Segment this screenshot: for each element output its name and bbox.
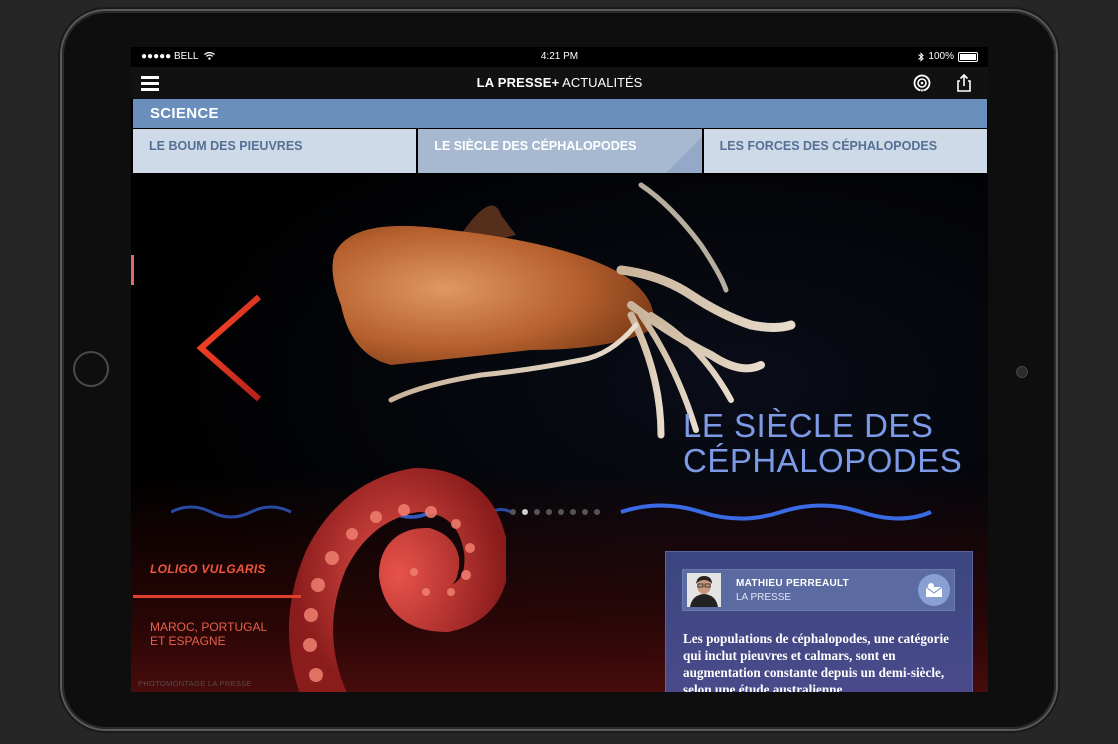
clock: 4:21 PM — [540, 51, 579, 62]
pagination-dot[interactable] — [522, 509, 528, 515]
author-avatar — [687, 573, 721, 607]
pagination-dot[interactable] — [558, 509, 564, 515]
pagination-dot[interactable] — [582, 509, 588, 515]
hero-title-line2: CÉPHALOPODES — [683, 442, 963, 479]
pagination-dot[interactable] — [546, 509, 552, 515]
pagination-dot[interactable] — [510, 509, 516, 515]
home-button[interactable] — [73, 351, 109, 387]
article-summary-card[interactable]: MATHIEU PERREAULT LA PRESSE Les populati… — [666, 552, 972, 692]
tab-forces-des-cephalopodes[interactable]: LES FORCES DES CÉPHALOPODES — [703, 129, 987, 173]
status-right: 100% — [918, 47, 978, 67]
front-camera — [1016, 366, 1028, 378]
species-underline — [133, 595, 301, 598]
author-org: LA PRESSE — [736, 592, 792, 603]
tab-siecle-des-cephalopodes[interactable]: LE SIÈCLE DES CÉPHALOPODES — [418, 129, 702, 173]
section-header: SCIENCE — [133, 99, 987, 128]
contact-card-icon — [925, 583, 943, 597]
battery-percent: 100% — [928, 51, 954, 62]
region-line1: MAROC, PORTUGAL — [150, 620, 268, 634]
app-brand[interactable]: LA PRESSE+ ACTUALITÉS — [131, 75, 988, 90]
region-line2: ET ESPAGNE — [150, 634, 226, 648]
photo-credit: PHOTOMONTAGE LA PRESSE — [138, 679, 252, 688]
species-label: LOLIGO VULGARIS — [150, 562, 266, 576]
hero-feature: LE SIÈCLE DES CÉPHALOPODES LOLIGO VULGAR… — [131, 175, 988, 692]
tab-boum-des-pieuvres[interactable]: LE BOUM DES PIEUVRES — [133, 129, 417, 173]
chevron-left-icon[interactable] — [193, 293, 265, 403]
audio-listen-icon[interactable] — [912, 73, 932, 93]
pagination-dot[interactable] — [570, 509, 576, 515]
app-screen: ●●●●● BELL 4:21 PM 100% LA PRESSE+ ACTUA… — [131, 47, 988, 692]
section-title: SCIENCE — [150, 105, 219, 122]
status-bar: ●●●●● BELL 4:21 PM 100% — [131, 47, 988, 67]
battery-icon — [958, 52, 978, 62]
pagination-dot[interactable] — [594, 509, 600, 515]
octopus-arm-illustration — [289, 467, 506, 692]
bluetooth-icon — [918, 52, 925, 62]
brand-section: ACTUALITÉS — [559, 75, 643, 90]
contact-author-button[interactable] — [918, 574, 950, 606]
top-navbar: LA PRESSE+ ACTUALITÉS — [131, 67, 988, 99]
carousel-pagination — [510, 509, 600, 515]
share-icon[interactable] — [954, 73, 974, 93]
author-name: MATHIEU PERREAULT — [736, 578, 850, 589]
author-byline[interactable]: MATHIEU PERREAULT LA PRESSE — [682, 569, 955, 611]
hero-title-line1: LE SIÈCLE DES — [683, 407, 934, 444]
region-label: MAROC, PORTUGAL ET ESPAGNE — [150, 620, 300, 648]
hero-title: LE SIÈCLE DES CÉPHALOPODES — [683, 408, 962, 478]
article-lede: Les populations de céphalopodes, une cat… — [683, 631, 949, 692]
pagination-dot[interactable] — [534, 509, 540, 515]
article-tabs: LE BOUM DES PIEUVRES LE SIÈCLE DES CÉPHA… — [133, 129, 987, 173]
edge-marker — [131, 255, 134, 285]
brand-name: LA PRESSE — [476, 75, 552, 90]
